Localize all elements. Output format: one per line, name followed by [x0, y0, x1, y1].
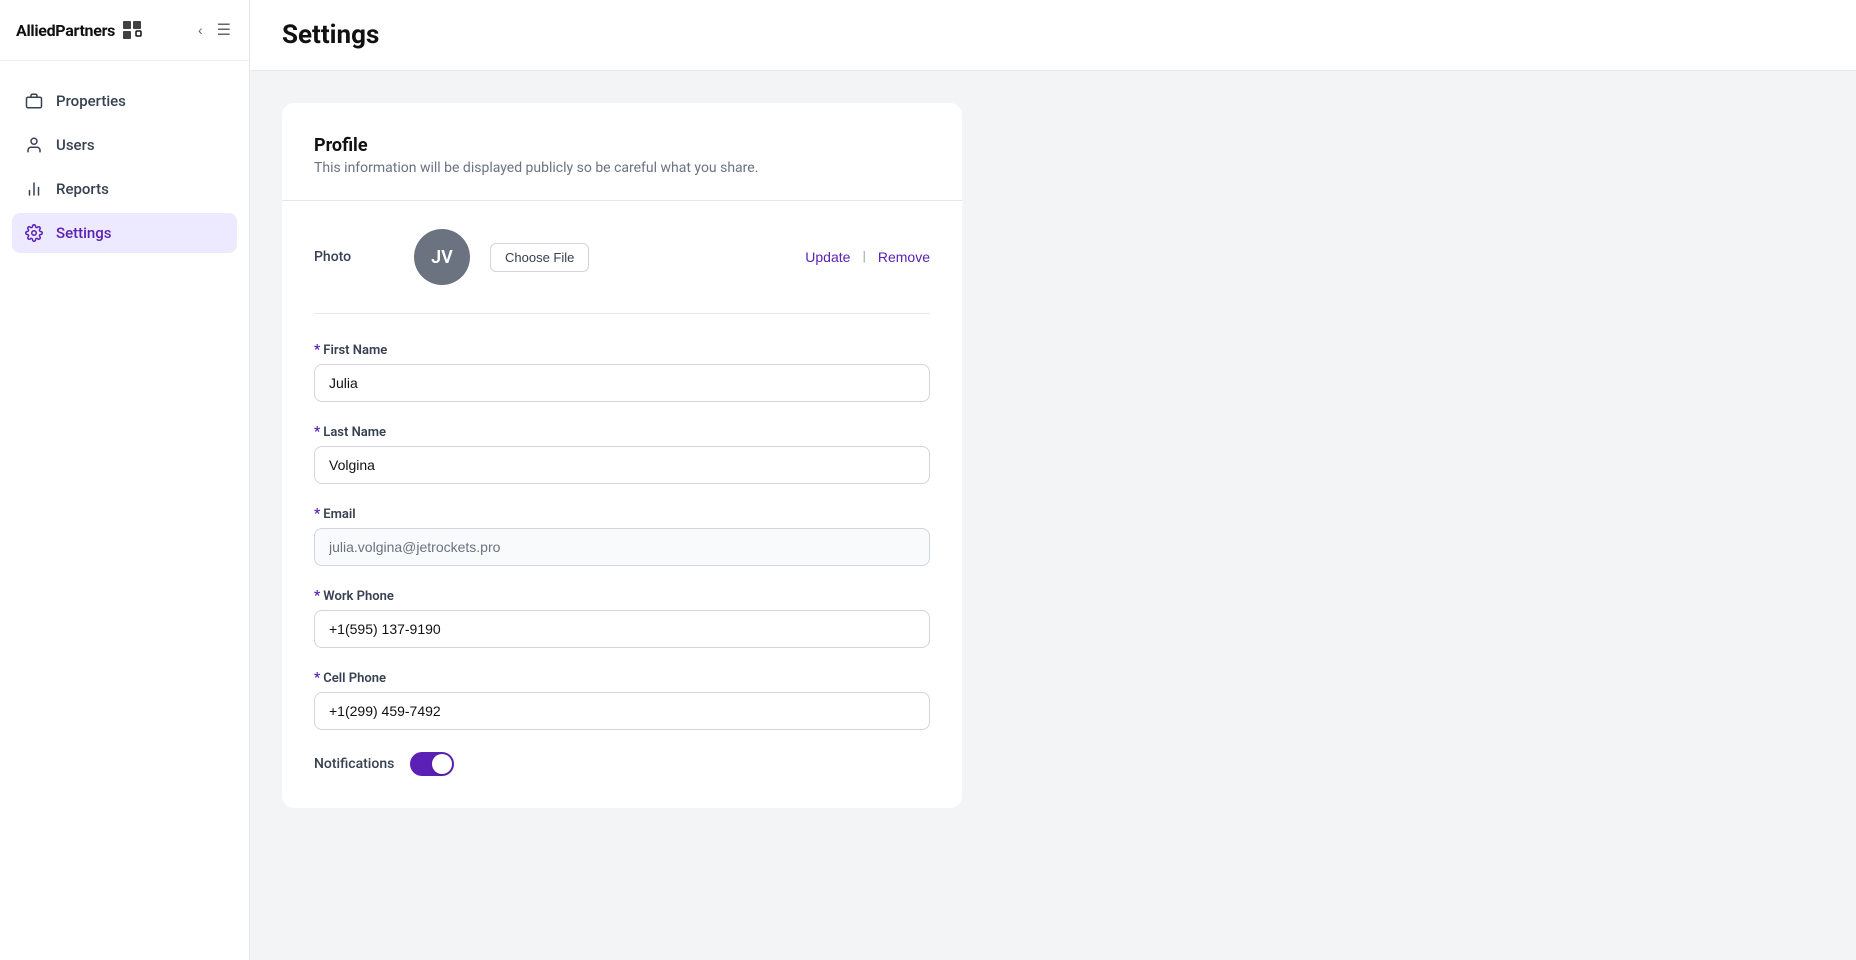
app-name: AlliedPartners	[16, 21, 115, 40]
profile-card: Profile This information will be display…	[282, 103, 962, 808]
separator: |	[862, 249, 865, 265]
first-name-label: * First Name	[314, 342, 930, 358]
cell-phone-input[interactable]	[314, 692, 930, 730]
sidebar-item-label: Reports	[56, 180, 109, 198]
required-star: *	[314, 342, 320, 358]
sidebar-item-label: Settings	[56, 224, 112, 242]
first-name-group: * First Name	[314, 342, 930, 402]
last-name-input[interactable]	[314, 446, 930, 484]
email-label: * Email	[314, 506, 930, 522]
sidebar-item-label: Users	[56, 136, 95, 154]
choose-file-button[interactable]: Choose File	[490, 243, 589, 272]
remove-button[interactable]: Remove	[878, 249, 930, 265]
main-area: Settings Profile This information will b…	[250, 0, 1856, 960]
email-input[interactable]	[314, 528, 930, 566]
top-bar: Settings	[250, 0, 1856, 71]
work-phone-label: * Work Phone	[314, 588, 930, 604]
user-icon	[24, 135, 44, 155]
section-title: Profile	[314, 135, 930, 156]
work-phone-input[interactable]	[314, 610, 930, 648]
last-name-label: * Last Name	[314, 424, 930, 440]
photo-actions: Update | Remove	[805, 249, 930, 265]
last-name-group: * Last Name	[314, 424, 930, 484]
notifications-row: Notifications	[314, 752, 930, 776]
bar-chart-icon	[24, 179, 44, 199]
required-star: *	[314, 506, 320, 522]
menu-button[interactable]: ☰	[215, 18, 233, 42]
sidebar: AlliedPartners ‹ ☰ P	[0, 0, 250, 960]
sidebar-item-properties[interactable]: Properties	[12, 81, 237, 121]
update-button[interactable]: Update	[805, 249, 850, 265]
page-title: Settings	[282, 20, 379, 50]
required-star: *	[314, 588, 320, 604]
sidebar-item-users[interactable]: Users	[12, 125, 237, 165]
photo-row: Photo JV Choose File Update | Remove	[314, 229, 930, 314]
required-star: *	[314, 670, 320, 686]
toggle-thumb	[432, 754, 452, 774]
briefcase-icon	[24, 91, 44, 111]
work-phone-group: * Work Phone	[314, 588, 930, 648]
notifications-toggle[interactable]	[410, 752, 454, 776]
required-star: *	[314, 424, 320, 440]
cell-phone-label: * Cell Phone	[314, 670, 930, 686]
collapse-button[interactable]: ‹	[196, 20, 205, 40]
sidebar-item-label: Properties	[56, 92, 126, 110]
notifications-label: Notifications	[314, 756, 394, 772]
sidebar-item-reports[interactable]: Reports	[12, 169, 237, 209]
content-area: Profile This information will be display…	[250, 71, 1856, 960]
photo-label: Photo	[314, 249, 394, 265]
nav-menu: Properties Users Reports	[0, 61, 249, 273]
logo-area: AlliedPartners	[16, 19, 143, 41]
logo-icon	[121, 19, 143, 41]
first-name-input[interactable]	[314, 364, 930, 402]
gear-icon	[24, 223, 44, 243]
avatar: JV	[414, 229, 470, 285]
email-group: * Email	[314, 506, 930, 566]
avatar-initials: JV	[431, 247, 453, 268]
divider	[282, 200, 962, 201]
sidebar-header: AlliedPartners ‹ ☰	[0, 0, 249, 61]
sidebar-item-settings[interactable]: Settings	[12, 213, 237, 253]
cell-phone-group: * Cell Phone	[314, 670, 930, 730]
header-controls: ‹ ☰	[196, 18, 233, 42]
section-subtitle: This information will be displayed publi…	[314, 160, 930, 176]
